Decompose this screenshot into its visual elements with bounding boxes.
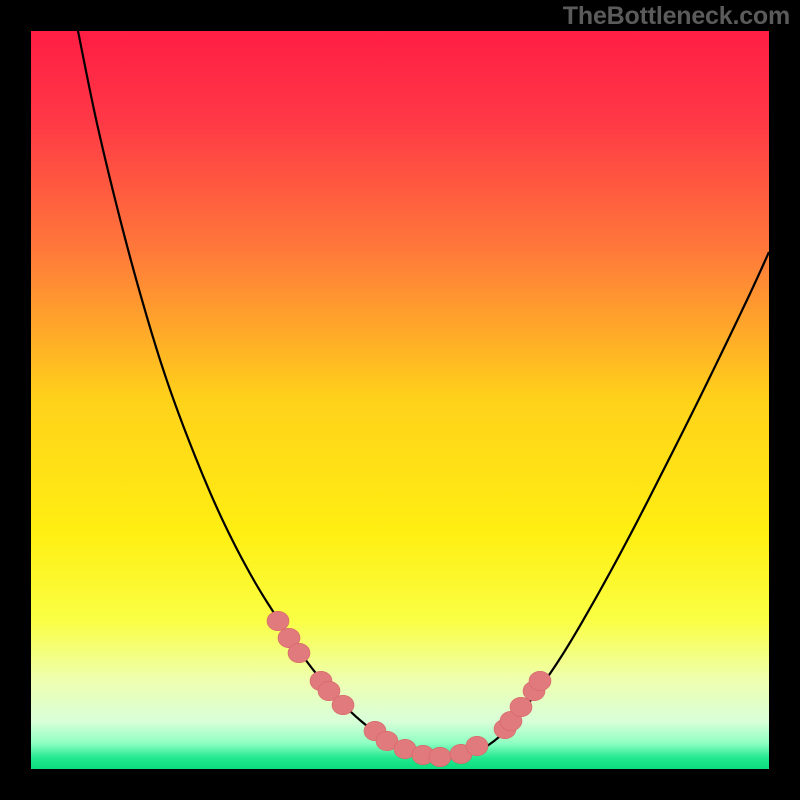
watermark-text: TheBottleneck.com (563, 2, 790, 31)
plot-area (31, 31, 769, 769)
chart-frame (31, 31, 769, 769)
background-gradient (31, 31, 769, 769)
